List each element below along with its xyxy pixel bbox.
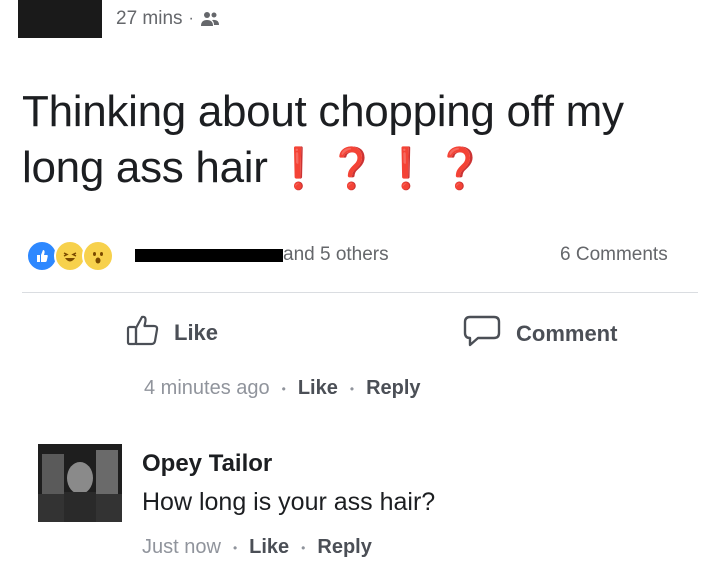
speech-bubble-icon <box>462 314 502 354</box>
post-timestamp[interactable]: 27 mins <box>116 8 183 30</box>
like-button[interactable]: Like <box>126 314 218 352</box>
redacted-names-bar <box>135 249 283 262</box>
meta-dot: • <box>281 381 286 396</box>
reply-author-name[interactable]: Opey Tailor <box>142 450 272 478</box>
friends-icon[interactable] <box>200 10 220 28</box>
like-button-label: Like <box>174 320 219 345</box>
reactions-summary[interactable] <box>26 240 114 272</box>
reply-like-link[interactable]: Like <box>249 536 289 559</box>
post-text-line-1: Thinking about chopping off my <box>22 87 624 136</box>
thumbs-up-icon <box>126 314 160 352</box>
reply-author-avatar[interactable] <box>38 444 122 522</box>
meta-dot: • <box>232 540 238 555</box>
comment-time[interactable]: 4 minutes ago <box>144 377 270 400</box>
reply-text: How long is your ass hair? <box>142 488 436 516</box>
meta-separator: · <box>188 10 194 27</box>
post-meta: 27 mins · <box>116 8 220 30</box>
comments-count[interactable]: 6 Comments <box>560 244 668 266</box>
divider <box>22 292 698 293</box>
wow-reaction-icon <box>82 240 114 272</box>
post-text-line-2: long ass hair ❗❓❗❓ <box>22 140 712 197</box>
post-text-line-2-words: long ass hair <box>22 143 268 192</box>
meta-dot: • <box>301 540 306 555</box>
post-punctuation: ❗❓❗❓ <box>273 147 489 191</box>
comment-like-link[interactable]: Like <box>298 377 338 400</box>
reply-time[interactable]: Just now <box>142 536 221 559</box>
reply-reply-link[interactable]: Reply <box>317 536 371 559</box>
comment-button[interactable]: Comment <box>462 314 617 354</box>
reactions-others-text[interactable]: and 5 others <box>283 244 389 266</box>
post-author-avatar-redacted[interactable] <box>18 0 102 38</box>
comment-meta-row: 4 minutes ago • Like • Reply <box>144 377 421 400</box>
reply-meta-row: Just now • Like • Reply <box>142 536 372 559</box>
comment-button-label: Comment <box>516 321 618 346</box>
meta-dot: • <box>349 381 355 396</box>
post-body: Thinking about chopping off my long ass … <box>22 84 712 197</box>
comment-reply-link[interactable]: Reply <box>366 377 420 400</box>
